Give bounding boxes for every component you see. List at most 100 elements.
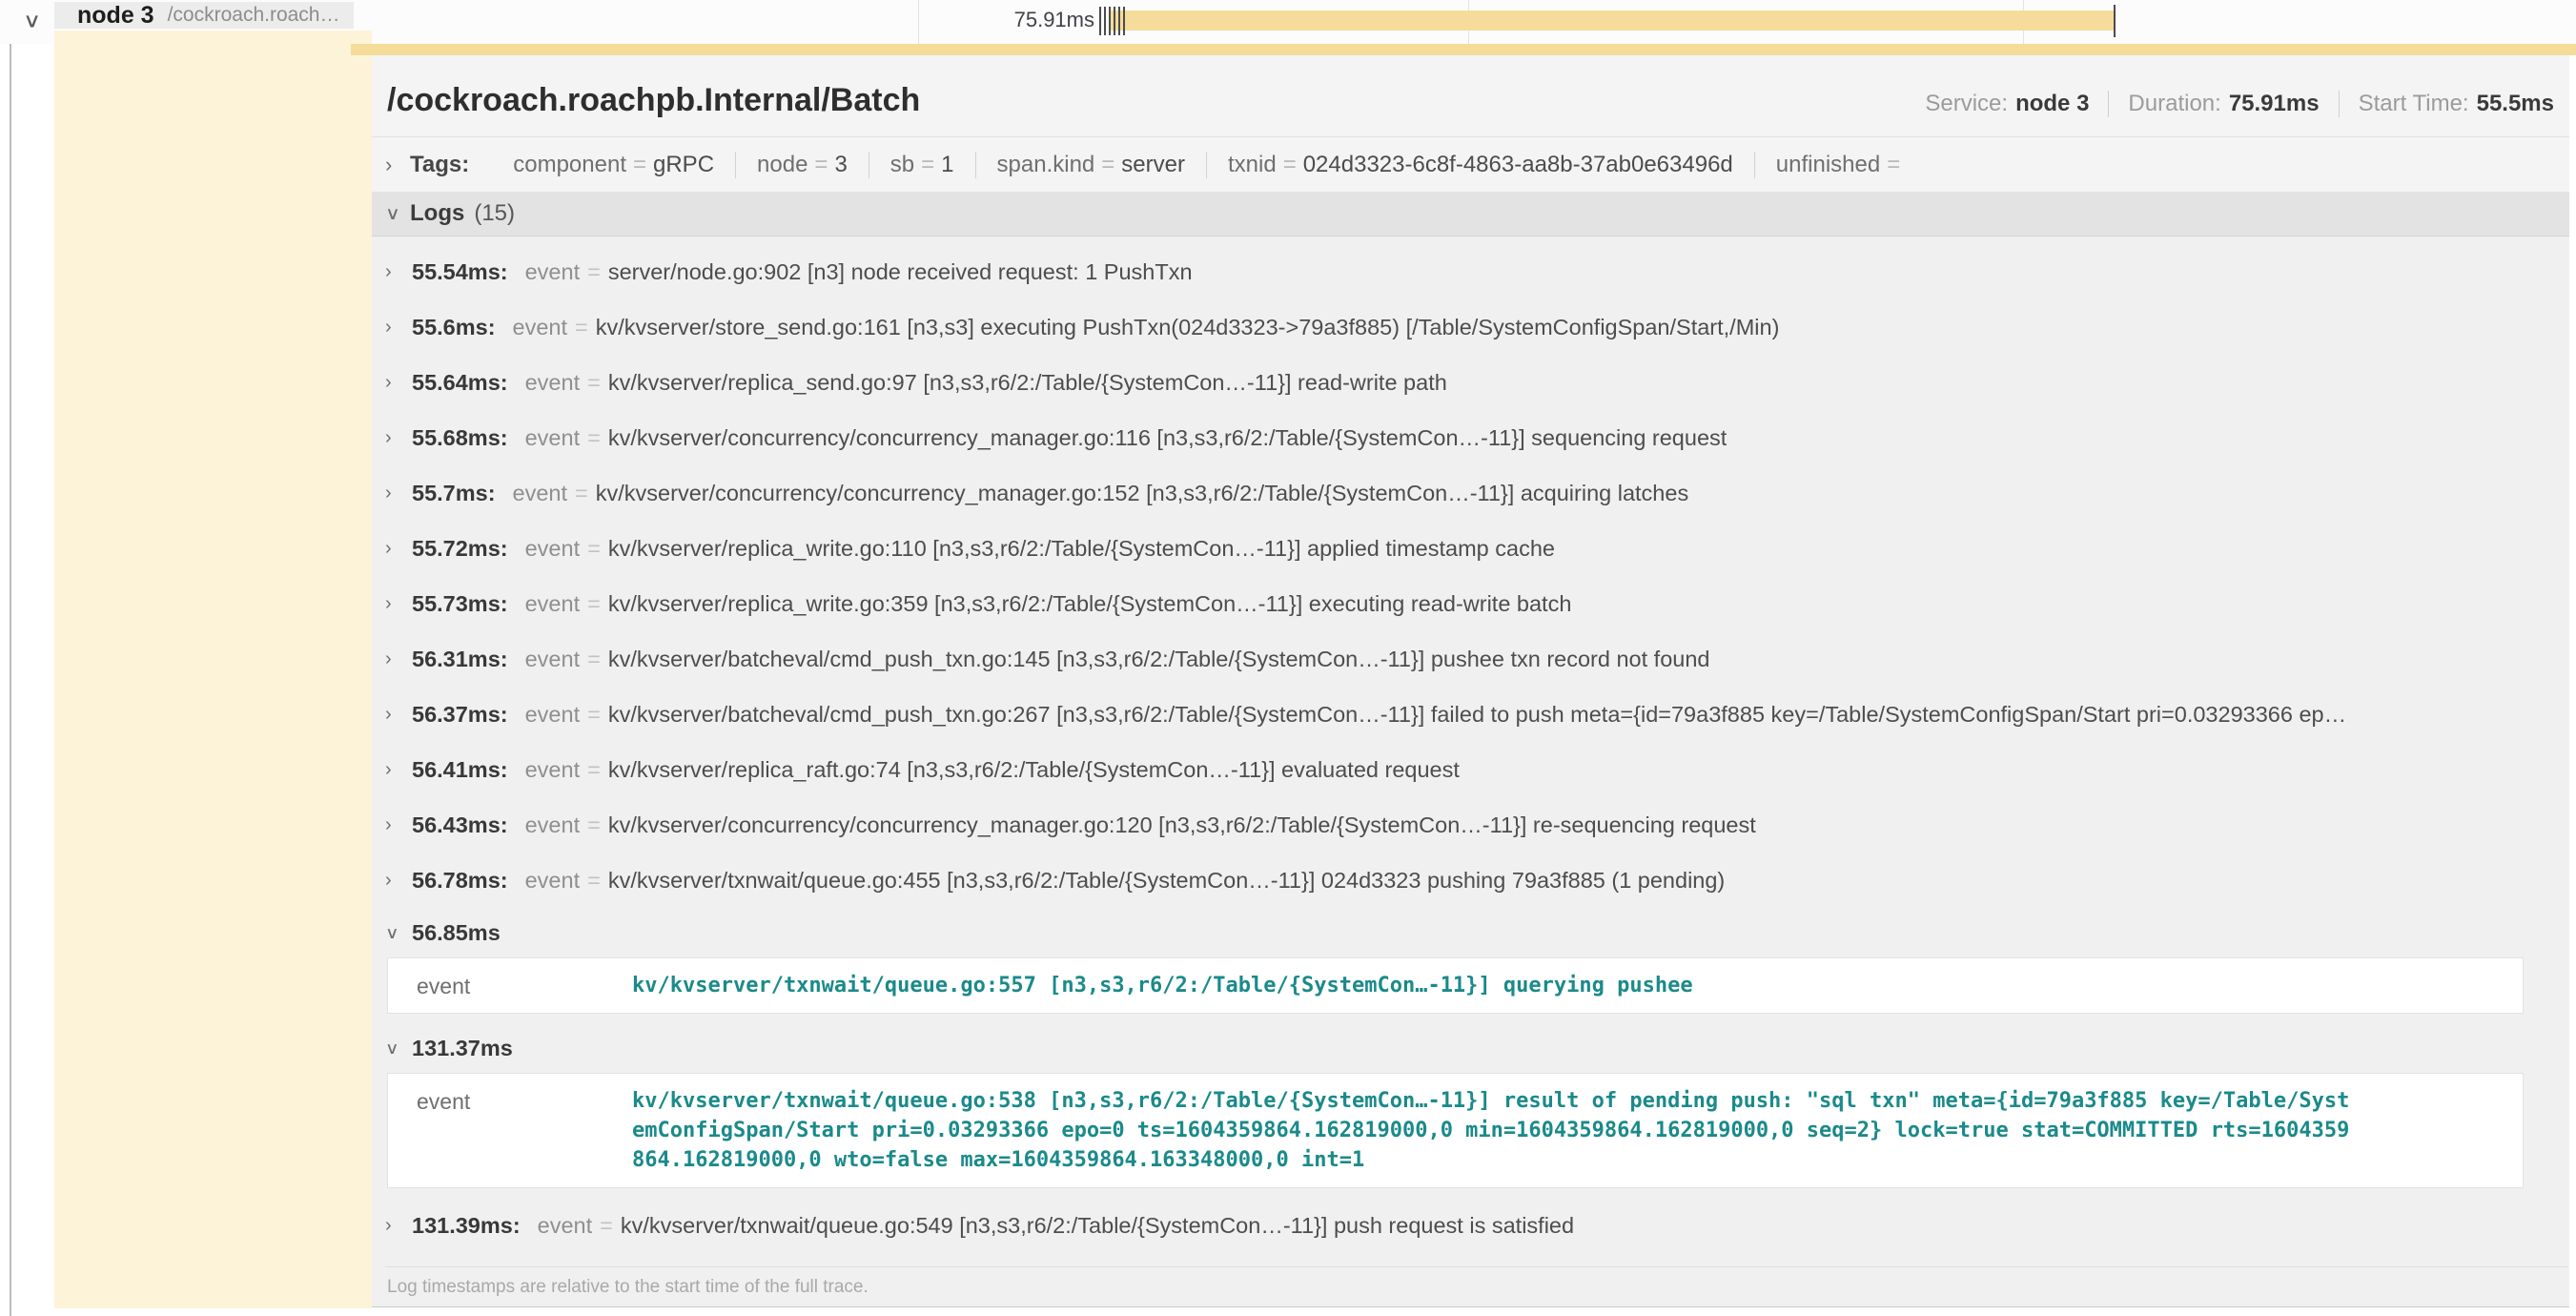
- meta-service: Service:node 3: [1925, 91, 2089, 117]
- log-row[interactable]: › 55.73ms: event = kv/kvserver/replica_w…: [385, 576, 2569, 631]
- log-field-name: event: [513, 481, 568, 506]
- chevron-down-icon: ∨: [385, 922, 412, 942]
- chevron-right-icon: ›: [385, 704, 412, 726]
- meta-duration: Duration:75.91ms: [2108, 91, 2319, 117]
- log-row-expanded-header[interactable]: ∨ 56.85ms: [385, 908, 2569, 957]
- log-row[interactable]: › 55.54ms: event = server/node.go:902 [n…: [385, 244, 2569, 299]
- span-bar[interactable]: [1111, 10, 2115, 31]
- chevron-right-icon: ›: [385, 427, 412, 449]
- log-row[interactable]: › 55.64ms: event = kv/kvserver/replica_s…: [385, 355, 2569, 410]
- tags-section-toggle[interactable]: › Tags: component=gRPC node=3 sb=1 span.…: [372, 137, 2569, 192]
- log-value: kv/kvserver/replica_send.go:97 [n3,s3,r6…: [608, 370, 1447, 396]
- log-equals: =: [587, 259, 601, 285]
- log-equals: =: [600, 1213, 613, 1239]
- log-value: kv/kvserver/batcheval/cmd_push_txn.go:26…: [608, 702, 2346, 728]
- log-field-name: event: [525, 812, 581, 838]
- span-accent-column: [54, 31, 372, 1308]
- log-value: kv/kvserver/txnwait/queue.go:549 [n3,s3,…: [621, 1213, 1574, 1239]
- log-detail-panel: event kv/kvserver/txnwait/queue.go:557 […: [387, 957, 2524, 1014]
- log-field-name: event: [388, 971, 632, 1000]
- log-entry-expanded: ∨ 56.85ms event kv/kvserver/txnwait/queu…: [385, 908, 2569, 1014]
- log-row[interactable]: › 56.41ms: event = kv/kvserver/replica_r…: [385, 742, 2569, 797]
- log-timestamp: 55.64ms:: [412, 370, 508, 396]
- log-row[interactable]: › 55.6ms: event = kv/kvserver/store_send…: [385, 299, 2569, 355]
- log-value: kv/kvserver/replica_raft.go:74 [n3,s3,r6…: [608, 757, 1460, 783]
- log-timestamp: 55.73ms:: [412, 591, 508, 617]
- log-timestamp: 55.68ms:: [412, 425, 508, 451]
- log-field-name: event: [538, 1213, 593, 1239]
- chevron-right-icon: ›: [385, 153, 410, 177]
- log-row[interactable]: › 55.7ms: event = kv/kvserver/concurrenc…: [385, 465, 2569, 521]
- log-row[interactable]: › 56.78ms: event = kv/kvserver/txnwait/q…: [385, 853, 2569, 908]
- log-equals: =: [575, 315, 588, 340]
- tag-sb: sb=1: [869, 152, 975, 178]
- left-rail-divider: [10, 0, 11, 1316]
- detail-row-accent-strip: [351, 44, 2576, 55]
- log-field-name: event: [388, 1086, 632, 1175]
- chevron-down-icon[interactable]: ∨: [23, 9, 41, 32]
- log-equals: =: [587, 812, 601, 838]
- chevron-right-icon: ›: [385, 317, 412, 339]
- chevron-right-icon: ›: [385, 261, 412, 283]
- chevron-down-icon: ∨: [385, 203, 410, 224]
- span-name-block[interactable]: node 3 /cockroach.roach…: [54, 2, 354, 29]
- chevron-right-icon: ›: [385, 372, 412, 394]
- log-field-name: event: [525, 370, 581, 396]
- log-value: kv/kvserver/concurrency/concurrency_mana…: [596, 481, 1688, 506]
- log-row[interactable]: › 131.39ms: event = kv/kvserver/txnwait/…: [385, 1198, 2569, 1253]
- log-equals: =: [587, 647, 601, 672]
- log-row[interactable]: › 56.31ms: event = kv/kvserver/batcheval…: [385, 631, 2569, 687]
- log-row[interactable]: › 56.43ms: event = kv/kvserver/concurren…: [385, 797, 2569, 853]
- chevron-down-icon: ∨: [385, 1038, 412, 1058]
- logs-count: (15): [474, 200, 515, 227]
- log-timestamp: 56.41ms:: [412, 757, 508, 783]
- log-field-name: event: [525, 536, 581, 562]
- log-timestamp: 56.37ms:: [412, 702, 508, 728]
- trace-span-detail-view: ∨ node 3 /cockroach.roach… 75.91ms /cock…: [0, 0, 2576, 1316]
- log-field-name: event: [525, 868, 581, 894]
- log-timestamp: 55.72ms:: [412, 536, 508, 562]
- log-field-name: event: [525, 591, 581, 617]
- log-entry-expanded: ∨ 131.37ms event kv/kvserver/txnwait/que…: [385, 1023, 2569, 1188]
- log-timestamp: 131.37ms: [412, 1036, 513, 1061]
- log-value: kv/kvserver/concurrency/concurrency_mana…: [608, 425, 1727, 451]
- chevron-right-icon: ›: [385, 1215, 412, 1237]
- log-equals: =: [587, 425, 601, 451]
- log-field-name: event: [525, 702, 581, 728]
- span-operation-title: /cockroach.roachpb.Internal/Batch: [387, 82, 920, 119]
- log-event-ticks: [1099, 7, 1125, 35]
- log-equals: =: [587, 702, 601, 728]
- log-row[interactable]: › 55.72ms: event = kv/kvserver/replica_w…: [385, 521, 2569, 576]
- log-timestamp: 55.54ms:: [412, 259, 508, 285]
- log-timestamp: 55.7ms:: [412, 481, 496, 506]
- log-row-expanded-header[interactable]: ∨ 131.37ms: [385, 1023, 2569, 1073]
- log-value: kv/kvserver/store_send.go:161 [n3,s3] ex…: [596, 315, 1780, 340]
- log-event-tick-end: [2114, 5, 2116, 37]
- log-timestamp: 131.39ms:: [412, 1213, 521, 1239]
- chevron-right-icon: ›: [385, 759, 412, 781]
- log-equals: =: [587, 370, 601, 396]
- span-timeline-row: ∨ node 3 /cockroach.roach… 75.91ms: [0, 0, 2576, 44]
- log-field-name: event: [525, 757, 581, 783]
- log-equals: =: [587, 591, 601, 617]
- tag-span-kind: span.kind=server: [975, 152, 1206, 178]
- tag-component: component=gRPC: [492, 152, 735, 178]
- log-timestamp: 56.85ms: [412, 920, 501, 946]
- chevron-right-icon: ›: [385, 483, 412, 504]
- log-value: kv/kvserver/txnwait/queue.go:538 [n3,s3,…: [632, 1086, 2358, 1175]
- log-row[interactable]: › 56.37ms: event = kv/kvserver/batcheval…: [385, 687, 2569, 742]
- logs-section-toggle[interactable]: ∨ Logs (15): [372, 192, 2569, 236]
- logs-footer-note: Log timestamps are relative to the start…: [385, 1266, 2567, 1307]
- log-timestamp: 55.6ms:: [412, 315, 496, 340]
- log-row[interactable]: › 55.68ms: event = kv/kvserver/concurren…: [385, 410, 2569, 465]
- tags-section-label: Tags:: [410, 152, 469, 178]
- log-field-name: event: [513, 315, 568, 340]
- log-value: kv/kvserver/batcheval/cmd_push_txn.go:14…: [608, 647, 1710, 672]
- logs-section-title: Logs: [410, 200, 464, 227]
- log-value: kv/kvserver/replica_write.go:110 [n3,s3,…: [608, 536, 1555, 562]
- log-timestamp: 56.43ms:: [412, 812, 508, 838]
- log-field-name: event: [525, 425, 581, 451]
- log-equals: =: [575, 481, 588, 506]
- log-value: server/node.go:902 [n3] node received re…: [608, 259, 1193, 285]
- meta-start-time: Start Time:55.5ms: [2339, 91, 2554, 117]
